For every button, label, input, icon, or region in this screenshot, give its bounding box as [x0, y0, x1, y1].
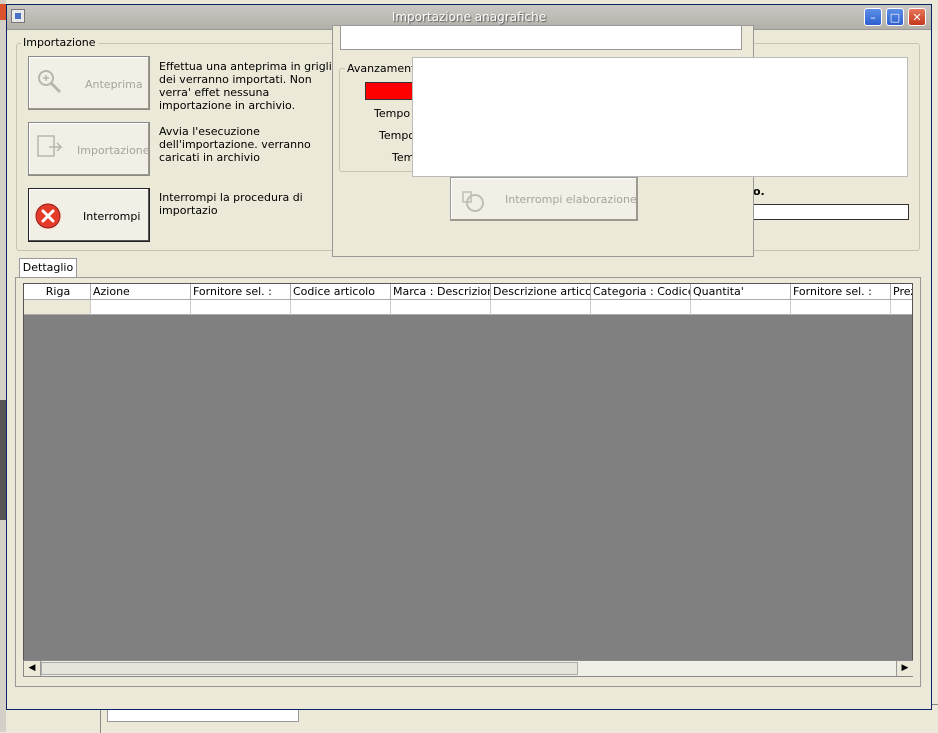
tab-dettaglio[interactable]: Dettaglio — [19, 258, 77, 278]
importazione-button[interactable]: Importazione — [28, 122, 150, 176]
scroll-left-arrow-icon[interactable]: ◀ — [24, 661, 41, 676]
interrompi-elaborazione-label: Interrompi elaborazione — [505, 193, 637, 206]
minimize-button[interactable]: – — [864, 8, 882, 26]
scroll-right-arrow-icon[interactable]: ▶ — [896, 661, 913, 676]
progress-log-area — [412, 57, 908, 177]
interrompi-button[interactable]: Interrompi — [28, 188, 150, 242]
column-header-azione[interactable]: Azione — [91, 284, 191, 300]
grid-cell[interactable] — [591, 300, 691, 315]
importazione-button-label: Importazione — [77, 144, 150, 157]
column-header-riga[interactable]: Riga — [24, 284, 91, 300]
import-dialog: Importazione anagrafiche – □ ✕ Importazi… — [6, 4, 932, 710]
progress-message-box — [340, 26, 742, 50]
background-window-edge-right — [932, 0, 938, 732]
row-header-cell[interactable] — [24, 300, 91, 315]
importazione-group-title: Importazione — [21, 36, 98, 49]
anteprima-button-label: Anteprima — [85, 78, 143, 91]
grid-cell[interactable] — [691, 300, 791, 315]
importazione-description: Avvia l'esecuzione dell'importazione. ve… — [159, 125, 311, 164]
interrompi-button-label: Interrompi — [83, 210, 141, 223]
grid-cell[interactable] — [191, 300, 291, 315]
magnifier-icon — [38, 70, 62, 94]
detail-grid: Riga Azione Fornitore sel. : Codice arti… — [23, 283, 913, 677]
grid-cell[interactable] — [491, 300, 591, 315]
remaining-time-label: Tempo — [379, 129, 416, 142]
grid-cell[interactable] — [91, 300, 191, 315]
interrompi-description: Interrompi la procedura di importazio — [159, 191, 303, 217]
progress-status-text: o. — [753, 185, 765, 198]
anteprima-button[interactable]: Anteprima — [28, 56, 150, 110]
import-document-icon — [37, 135, 63, 157]
scroll-thumb[interactable] — [41, 662, 578, 675]
stop-process-icon — [462, 191, 484, 212]
column-header-prezzo[interactable]: Prez — [891, 284, 912, 300]
stop-x-icon — [35, 203, 61, 229]
column-header-marca[interactable]: Marca : Descrizione — [391, 284, 491, 300]
column-header-fornitore-2[interactable]: Fornitore sel. : — [791, 284, 891, 300]
maximize-button[interactable]: □ — [886, 8, 904, 26]
grid-cell[interactable] — [291, 300, 391, 315]
progress-dialog: Avanzamento Tempo t Tempo Tem Interrompi… — [332, 25, 908, 257]
column-header-fornitore[interactable]: Fornitore sel. : — [191, 284, 291, 300]
interrompi-elaborazione-button[interactable]: Interrompi elaborazione — [450, 177, 638, 221]
grid-cell[interactable] — [891, 300, 912, 315]
anteprima-description: Effettua una anteprima in griglia dei ve… — [159, 60, 339, 112]
close-button[interactable]: ✕ — [908, 8, 926, 26]
grid-cell[interactable] — [391, 300, 491, 315]
total-time-label: Tem — [392, 151, 415, 164]
column-header-descrizione[interactable]: Descrizione articolo — [491, 284, 591, 300]
column-header-quantita[interactable]: Quantita' — [691, 284, 791, 300]
column-header-codice-articolo[interactable]: Codice articolo — [291, 284, 391, 300]
grid-cell[interactable] — [791, 300, 891, 315]
horizontal-scrollbar[interactable]: ◀ ▶ — [23, 660, 913, 677]
column-header-categoria[interactable]: Categoria : Codice — [591, 284, 691, 300]
progress-bar-fill — [365, 82, 413, 100]
